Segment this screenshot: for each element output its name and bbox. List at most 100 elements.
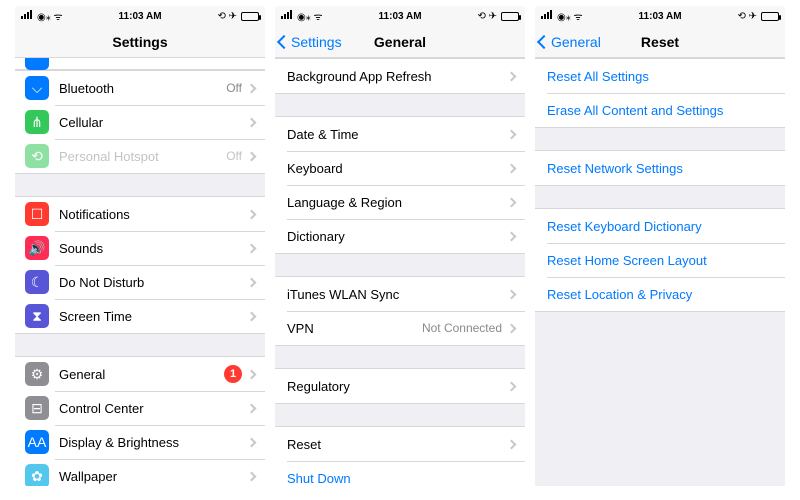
row-label: Reset Network Settings [547, 161, 775, 176]
row-notifications[interactable]: ☐Notifications [15, 197, 265, 231]
row-label: Date & Time [287, 127, 508, 142]
row-reset-keyboard-dictionary[interactable]: Reset Keyboard Dictionary [535, 209, 785, 243]
glyph: ✿ [31, 469, 43, 483]
battery-icon [241, 12, 259, 21]
chevron-right-icon [247, 403, 257, 413]
group: ☐Notifications 🔊 Sounds ☾Do Not Disturb⧗Scr… [15, 196, 265, 334]
glyph: ⚙ [31, 367, 44, 381]
chevron-right-icon [507, 163, 517, 173]
content[interactable]: Background App Refresh Date & Time Keyboar… [275, 58, 525, 486]
group: Date & Time KeyboardLanguage & RegionDict… [275, 116, 525, 254]
row-reset[interactable]: Reset [275, 427, 525, 461]
group: Reset Shut Down [275, 426, 525, 486]
chevron-right-icon [247, 369, 257, 379]
row-wallpaper[interactable]: ✿Wallpaper [15, 459, 265, 486]
status-bar: ◉⁎ ᯤ 11:03 AM ⟲ ✈︎ [275, 6, 525, 26]
row-background-app-refresh[interactable]: Background App Refresh [275, 59, 525, 93]
group-gap [15, 174, 265, 196]
row-value: Not Connected [422, 321, 502, 335]
nav-bar: Settings [15, 26, 265, 58]
content[interactable]: ⌵BluetoothOff⋔Cellular ⟲ Personal HotspotO… [15, 58, 265, 486]
row-label: Control Center [59, 401, 248, 416]
glyph: ⋔ [31, 115, 43, 129]
control-center-icon: ⊟ [25, 396, 49, 420]
chevron-right-icon [507, 289, 517, 299]
row-do-not-disturb[interactable]: ☾Do Not Disturb [15, 265, 265, 299]
glyph: ⧗ [32, 309, 42, 323]
row-keyboard[interactable]: Keyboard [275, 151, 525, 185]
row-language-region[interactable]: Language & Region [275, 185, 525, 219]
row-label: Shut Down [287, 471, 515, 486]
group-gap [275, 404, 525, 426]
chevron-right-icon [247, 311, 257, 321]
row-cellular[interactable]: ⋔Cellular [15, 105, 265, 139]
row-vpn[interactable]: VPNNot Connected [275, 311, 525, 345]
row-general[interactable]: ⚙General1 [15, 357, 265, 391]
status-time: 11:03 AM [63, 11, 218, 22]
chevron-right-icon [507, 439, 517, 449]
glyph: ⟲ [31, 149, 43, 163]
row-reset-location-privacy[interactable]: Reset Location & Privacy [535, 277, 785, 311]
group: ⚙General1 ⊟ Control Center AADisplay & Brig… [15, 356, 265, 486]
battery-icon [761, 12, 779, 21]
glyph: 🔊 [28, 241, 45, 255]
row-label: Personal Hotspot [59, 149, 226, 164]
row-dictionary[interactable]: Dictionary [275, 219, 525, 253]
row-control-center[interactable]: ⊟ Control Center [15, 391, 265, 425]
row-label: Regulatory [287, 379, 508, 394]
row-sounds[interactable]: 🔊 Sounds [15, 231, 265, 265]
screen-time-icon: ⧗ [25, 304, 49, 328]
row-display-brightness[interactable]: AADisplay & Brightness [15, 425, 265, 459]
wallpaper-icon: ✿ [25, 464, 49, 486]
row-label: Sounds [59, 241, 248, 256]
chevron-right-icon [247, 243, 257, 253]
do-not-disturb-icon: ☾ [25, 270, 49, 294]
nav-bar: General Reset [535, 26, 785, 58]
screen-settings: ◉⁎ ᯤ 11:03 AM ⟲ ✈︎ Settings ⌵BluetoothOf… [15, 6, 265, 486]
row-erase-all-content[interactable]: Erase All Content and Settings [535, 93, 785, 127]
row-label: Reset All Settings [547, 69, 775, 84]
chevron-right-icon [247, 209, 257, 219]
wifi-icon: ◉⁎ ᯤ [297, 9, 323, 23]
screen-general: ◉⁎ ᯤ 11:03 AM ⟲ ✈︎ Settings General Back… [275, 6, 525, 486]
cellular-icon: ⋔ [25, 110, 49, 134]
badge: 1 [224, 365, 242, 383]
signal-icon [281, 10, 293, 22]
back-label: Settings [291, 34, 342, 50]
group: Reset Network Settings [535, 150, 785, 186]
glyph: ☐ [31, 207, 44, 221]
battery-icon [501, 12, 519, 21]
row-label: Reset [287, 437, 508, 452]
row-shut-down[interactable]: Shut Down [275, 461, 525, 486]
row-label: Background App Refresh [287, 69, 508, 84]
group-gap [275, 94, 525, 116]
back-button[interactable]: Settings [275, 34, 342, 50]
signal-icon [21, 10, 33, 22]
row-value: Off [226, 149, 242, 163]
row-reset-home-screen-layout[interactable]: Reset Home Screen Layout [535, 243, 785, 277]
row-date-time[interactable]: Date & Time [275, 117, 525, 151]
sounds-icon: 🔊 [25, 236, 49, 260]
chevron-right-icon [247, 437, 257, 447]
content[interactable]: Reset All Settings Erase All Content and … [535, 58, 785, 486]
row-itunes-wlan-sync[interactable]: iTunes WLAN Sync [275, 277, 525, 311]
group: iTunes WLAN SyncVPNNot Connected [275, 276, 525, 346]
chevron-right-icon [507, 71, 517, 81]
row-reset-all-settings[interactable]: Reset All Settings [535, 59, 785, 93]
display-brightness-icon: AA [25, 430, 49, 454]
row-regulatory[interactable]: Regulatory [275, 369, 525, 403]
back-button[interactable]: General [535, 34, 601, 50]
notifications-icon: ☐ [25, 202, 49, 226]
row-bluetooth[interactable]: ⌵BluetoothOff [15, 71, 265, 105]
group-gap [535, 312, 785, 334]
row-screen-time[interactable]: ⧗Screen Time [15, 299, 265, 333]
chevron-right-icon [507, 231, 517, 241]
row-label: Reset Keyboard Dictionary [547, 219, 775, 234]
wifi-icon: ◉⁎ ᯤ [557, 9, 583, 23]
chevron-right-icon [247, 151, 257, 161]
group: Regulatory [275, 368, 525, 404]
status-time: 11:03 AM [583, 11, 738, 22]
row-reset-network-settings[interactable]: Reset Network Settings [535, 151, 785, 185]
chevron-right-icon [507, 129, 517, 139]
glyph: AA [28, 435, 47, 449]
